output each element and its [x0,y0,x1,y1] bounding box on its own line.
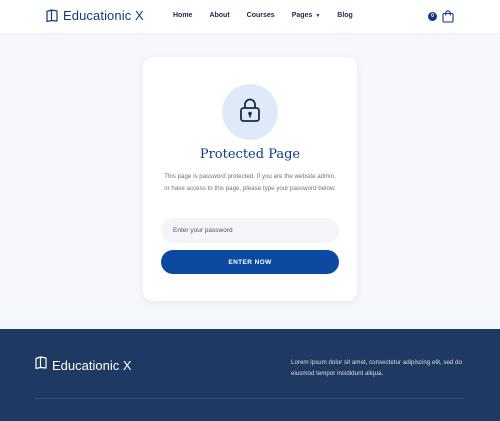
nav-item-about[interactable]: About [209,12,229,19]
nav-item-pages[interactable]: Pages ▼ [292,12,321,19]
chevron-down-icon: ▼ [315,12,321,19]
footer-logo[interactable]: Educationic X [35,356,132,374]
book-logo-icon [46,9,58,22]
nav-item-blog[interactable]: Blog [337,12,353,19]
lock-icon [239,97,261,128]
shopping-bag-icon[interactable] [442,10,454,23]
password-card: Protected Page This page is password pro… [143,57,357,301]
book-logo-icon [35,356,47,374]
lock-icon-circle [222,84,278,140]
site-footer: Educationic X Lorem ipsum dolor sit amet… [0,329,500,421]
page-title: Protected Page [199,147,301,162]
footer-logo-text: Educationic X [52,357,132,373]
site-logo-text: Educationic X [63,8,144,23]
footer-description: Lorem ipsum dolor sit amet, consectetur … [291,359,462,377]
nav-item-home[interactable]: Home [173,12,192,19]
enter-now-button[interactable]: ENTER NOW [161,250,339,274]
nav-item-pages-label: Pages [291,12,313,19]
header-actions: 0 [428,10,454,23]
nav-item-courses[interactable]: Courses [247,12,275,19]
footer-divider [35,398,464,399]
site-logo[interactable]: Educationic X [46,8,144,23]
page-description: This page is password protected. If you … [164,173,336,192]
password-input[interactable] [161,218,339,243]
main-nav: Home About Courses Pages ▼ Blog [173,12,370,19]
site-header: Educationic X Home About Courses Pages ▼… [0,0,500,34]
cart-count-badge: 0 [428,12,437,21]
